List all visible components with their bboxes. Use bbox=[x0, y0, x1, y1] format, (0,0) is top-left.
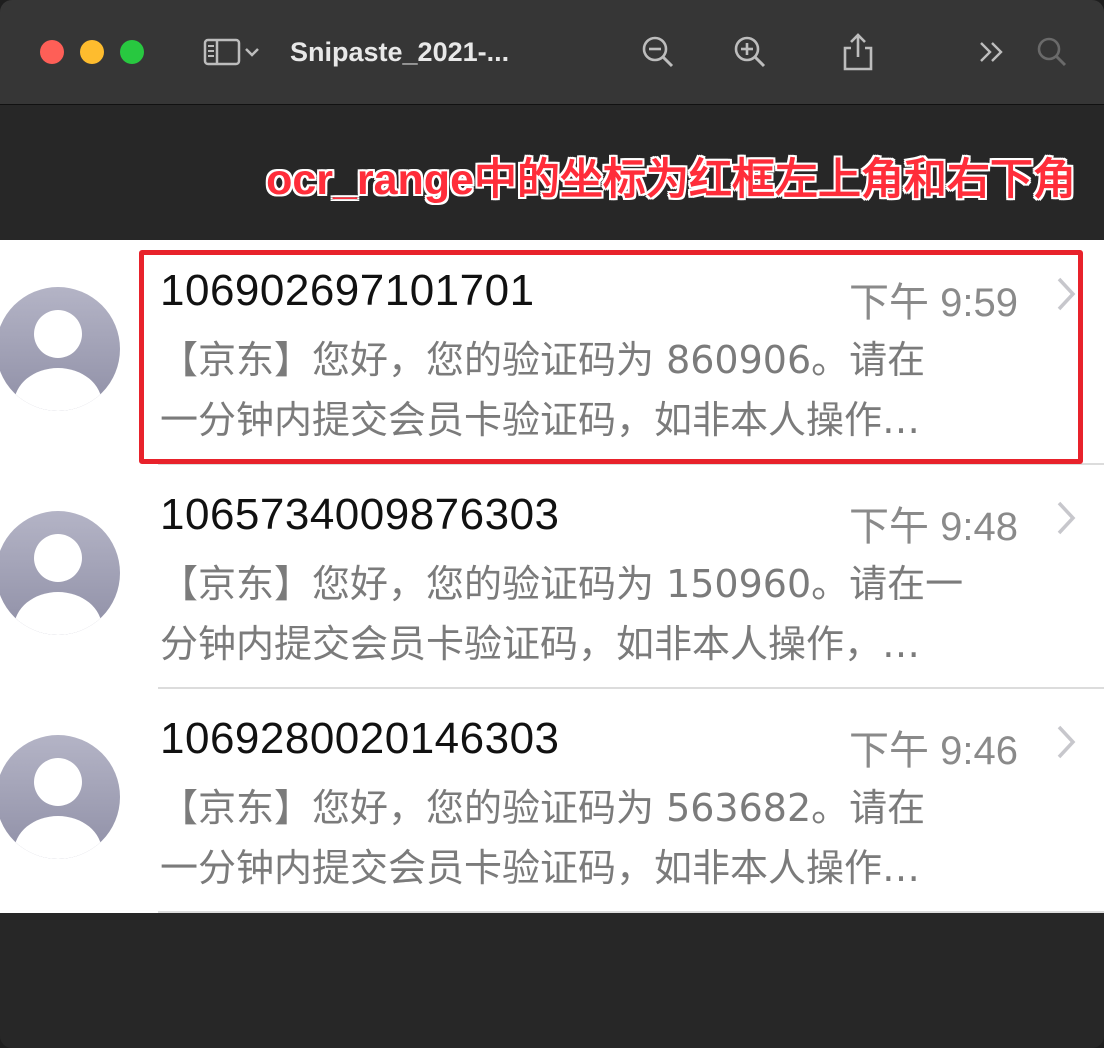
avatar-icon bbox=[0, 735, 120, 859]
sender-number: 1069280020146303 bbox=[160, 714, 560, 763]
more-icon bbox=[980, 42, 1003, 62]
search-button[interactable] bbox=[1030, 30, 1074, 74]
preview-line: 【京东】您好，您的验证码为 563682。请在 bbox=[160, 786, 926, 830]
close-window-button[interactable] bbox=[40, 40, 64, 64]
preview-line: 一分钟内提交会员卡验证码，如非本人操作… bbox=[160, 846, 921, 890]
sidebar-icon bbox=[203, 38, 241, 66]
preview-line: 【京东】您好，您的验证码为 150960。请在一 bbox=[160, 562, 964, 606]
zoom-in-icon bbox=[734, 36, 766, 68]
sender-number: 1065734009876303 bbox=[160, 490, 560, 539]
window-title: Snipaste_2021-... bbox=[290, 37, 510, 67]
message-time: 下午 9:48 bbox=[849, 505, 1018, 549]
sidebar-toggle-button[interactable] bbox=[196, 30, 268, 74]
avatar-icon bbox=[0, 287, 120, 411]
image-bottom-area bbox=[0, 913, 1104, 1048]
chevron-down-icon bbox=[245, 48, 259, 57]
list-item[interactable]: 1065734009876303 下午 9:48 【京东】您好，您的验证码为 1… bbox=[0, 464, 1104, 688]
message-preview: 【京东】您好，您的验证码为 563682。请在 一分钟内提交会员卡验证码，如非本… bbox=[160, 778, 1060, 898]
preview-line: 分钟内提交会员卡验证码，如非本人操作，… bbox=[160, 622, 921, 666]
zoom-out-button[interactable] bbox=[636, 30, 680, 74]
minimize-window-button[interactable] bbox=[80, 40, 104, 64]
zoom-in-button[interactable] bbox=[728, 30, 772, 74]
message-time: 下午 9:46 bbox=[849, 729, 1018, 773]
search-icon bbox=[1037, 37, 1067, 67]
image-top-area: ocr_range中的坐标为红框左上角和右下角 bbox=[0, 105, 1104, 240]
annotation-text: ocr_range中的坐标为红框左上角和右下角 bbox=[266, 156, 1076, 204]
message-preview: 【京东】您好，您的验证码为 150960。请在一 分钟内提交会员卡验证码，如非本… bbox=[160, 554, 1060, 674]
share-icon bbox=[843, 33, 873, 71]
chevron-right-icon bbox=[1057, 725, 1076, 759]
list-item[interactable]: 1069280020146303 下午 9:46 【京东】您好，您的验证码为 5… bbox=[0, 688, 1104, 912]
avatar-icon bbox=[0, 511, 120, 635]
preview-window: Snipaste_2021-... ocr_range中的坐标为红框左上角和右下… bbox=[0, 0, 1104, 1048]
title-bar: Snipaste_2021-... bbox=[0, 0, 1104, 105]
ocr-range-highlight-box bbox=[139, 250, 1083, 464]
more-toolbar-button[interactable] bbox=[970, 30, 1014, 74]
share-button[interactable] bbox=[836, 30, 880, 74]
chevron-right-icon bbox=[1057, 501, 1076, 535]
maximize-window-button[interactable] bbox=[120, 40, 144, 64]
zoom-out-icon bbox=[642, 36, 674, 68]
